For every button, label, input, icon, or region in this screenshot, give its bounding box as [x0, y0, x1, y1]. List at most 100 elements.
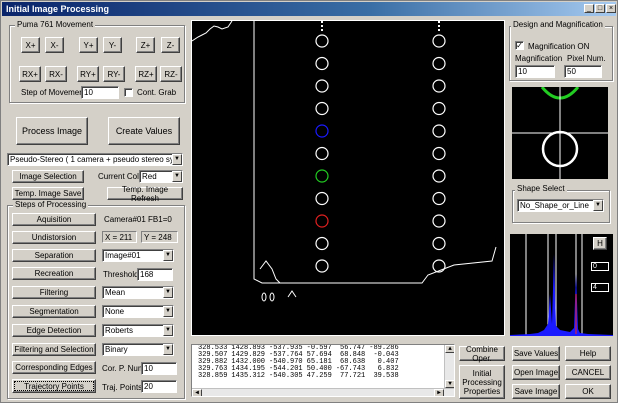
process-image-button[interactable]: Process Image: [16, 117, 88, 145]
scroll-left-icon[interactable]: ◀: [192, 389, 202, 396]
processed-image-view[interactable]: [191, 20, 505, 336]
separation-select[interactable]: Image#01 ▼: [102, 249, 174, 262]
traj-points-input[interactable]: 20: [141, 380, 177, 393]
temp-image-save-button[interactable]: Temp. Image Save: [12, 187, 84, 200]
aquisition-button[interactable]: Aquisition: [12, 213, 96, 226]
stereo-mode-select[interactable]: Pseudo-Stereo ( 1 camera + pseudo stereo…: [7, 153, 183, 166]
help-button[interactable]: Help: [565, 346, 611, 361]
image-selection-button[interactable]: Image Selection: [12, 170, 84, 183]
move-z-plus-button[interactable]: Z+: [136, 37, 155, 53]
marker-circle: [432, 259, 446, 273]
chevron-down-icon[interactable]: ▼: [163, 325, 173, 336]
marker-circle: [432, 79, 446, 93]
move-ry-plus-button[interactable]: RY+: [77, 66, 99, 82]
edge-dot: [438, 29, 440, 31]
save-values-button[interactable]: Save Values: [512, 346, 560, 361]
filtering-selection-button[interactable]: Filtering and Selection: [12, 343, 96, 356]
cor-points-input[interactable]: 10: [141, 362, 177, 375]
temp-image-refresh-button[interactable]: Temp. Image Refresh: [107, 185, 183, 203]
cont-grab-checkbox[interactable]: [124, 88, 133, 97]
current-color-select[interactable]: Red ▼: [139, 170, 183, 183]
marker-circle: [315, 146, 329, 161]
maximize-button[interactable]: □: [595, 4, 605, 13]
step-of-movement-label: Step of Movement:: [21, 88, 89, 97]
move-z-minus-button[interactable]: Z-: [161, 37, 180, 53]
segmentation-button[interactable]: Segmentation: [12, 305, 96, 318]
minimize-button[interactable]: _: [584, 4, 594, 13]
table-cell: 39.538: [373, 372, 399, 380]
recreation-button[interactable]: Recreation: [12, 267, 96, 280]
separation-value: Image#01: [105, 251, 141, 260]
camera-info: Camera#01 FB1=0: [104, 215, 172, 224]
pixel-num-label: Pixel Num.: [567, 54, 606, 63]
undistorsion-button[interactable]: Undistorsion: [12, 231, 96, 244]
marker-circle: [315, 214, 329, 228]
close-button[interactable]: ×: [606, 4, 616, 13]
segmentation-select[interactable]: None ▼: [102, 305, 174, 318]
shape-select-value: No_Shape_or_Line: [520, 201, 589, 210]
move-y-minus-button[interactable]: Y-: [103, 37, 122, 53]
horizontal-scrollbar[interactable]: ◀ ▶: [192, 388, 454, 396]
x-readout: X = 211: [102, 231, 137, 243]
cancel-button[interactable]: CANCEL: [565, 365, 611, 380]
magnification-input[interactable]: 10: [515, 65, 555, 78]
move-x-plus-button[interactable]: X+: [21, 37, 40, 53]
chevron-down-icon[interactable]: ▼: [172, 154, 182, 165]
edge-detection-select[interactable]: Roberts ▼: [102, 324, 174, 337]
move-rx-minus-button[interactable]: RX-: [45, 66, 67, 82]
chevron-down-icon[interactable]: ▼: [163, 344, 173, 355]
coordinates-table[interactable]: 328.533 1428.893 -537.935 -0.597 56.747 -89.2…: [191, 344, 455, 397]
marker-circle: [315, 34, 329, 48]
shape-select[interactable]: No_Shape_or_Line ▼: [517, 199, 604, 212]
move-x-minus-button[interactable]: X-: [45, 37, 64, 53]
magnification-checkbox[interactable]: ✓: [515, 41, 524, 50]
corresponding-edges-button[interactable]: Corresponding Edges: [12, 361, 96, 374]
histogram-max-value: 4: [591, 283, 609, 292]
shape-select-title: Shape Select: [515, 184, 567, 193]
filtering-button[interactable]: Filtering: [12, 286, 96, 299]
move-ry-minus-button[interactable]: RY-: [103, 66, 125, 82]
filtering-selection-select[interactable]: Binary ▼: [102, 343, 174, 356]
threshold-input[interactable]: 168: [137, 268, 173, 281]
chevron-down-icon[interactable]: ▼: [163, 306, 173, 317]
step-of-movement-input[interactable]: 10: [81, 86, 119, 99]
move-rz-minus-button[interactable]: RZ-: [160, 66, 182, 82]
marker-circle: [432, 34, 446, 48]
chevron-down-icon[interactable]: ▼: [172, 171, 182, 182]
move-rx-plus-button[interactable]: RX+: [19, 66, 41, 82]
scroll-down-icon[interactable]: ▼: [445, 380, 454, 388]
scroll-right-icon[interactable]: ▶: [434, 389, 444, 396]
initial-processing-properties-button[interactable]: Initial Processing Properties: [459, 365, 505, 399]
magnification-on-label: Magnification ON: [528, 42, 590, 51]
open-image-button[interactable]: Open Image: [512, 365, 560, 380]
window-title: Initial Image Processing: [6, 4, 110, 14]
edge-detection-button[interactable]: Edge Detection: [12, 324, 96, 337]
marker-circle: [432, 101, 446, 116]
create-values-button[interactable]: Create Values: [108, 117, 180, 145]
segmentation-value: None: [105, 307, 125, 316]
combine-oper-button[interactable]: Combine Oper.: [459, 345, 505, 363]
histogram-h-button[interactable]: H: [593, 237, 607, 250]
y-readout: Y = 248: [141, 231, 178, 243]
save-image-button[interactable]: Save Image: [512, 384, 560, 399]
filtering-select[interactable]: Mean ▼: [102, 286, 174, 299]
scroll-up-icon[interactable]: ▲: [445, 345, 454, 353]
chevron-down-icon[interactable]: ▼: [163, 250, 173, 261]
chevron-down-icon[interactable]: ▼: [593, 200, 603, 211]
move-y-plus-button[interactable]: Y+: [79, 37, 98, 53]
edge-detection-value: Roberts: [105, 326, 134, 335]
trajectory-points-button[interactable]: Trajectory Points: [12, 379, 96, 393]
chevron-down-icon[interactable]: ▼: [163, 287, 173, 298]
move-rz-plus-button[interactable]: RZ+: [135, 66, 157, 82]
marker-circle: [432, 146, 446, 161]
table-row[interactable]: 328.859 1435.312 -540.305 47.259 77.721 39.53…: [198, 373, 403, 380]
ok-button[interactable]: OK: [565, 384, 611, 399]
edge-dot: [438, 25, 440, 27]
marker-circle: [315, 259, 329, 273]
threshold-label: Threshold:: [103, 270, 141, 279]
pixel-num-input[interactable]: 50: [564, 65, 602, 78]
magnification-label: Magnification: [515, 54, 563, 63]
marker-circle: [432, 124, 446, 138]
magnified-canvas: [512, 86, 608, 179]
separation-button[interactable]: Separation: [12, 249, 96, 262]
